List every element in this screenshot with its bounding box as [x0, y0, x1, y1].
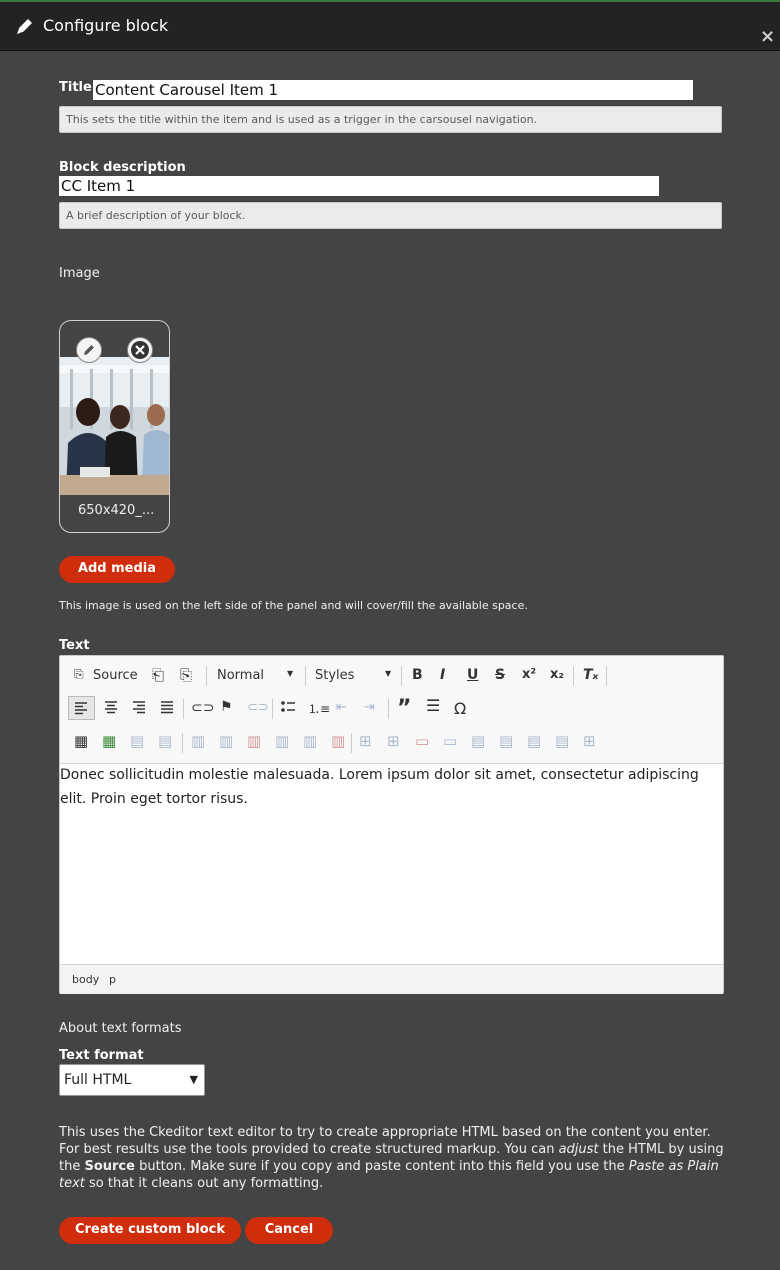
flag-icon[interactable]: ⚑ — [220, 699, 233, 715]
blockquote-icon[interactable]: ” — [397, 696, 411, 721]
remove-media-button[interactable] — [127, 337, 153, 363]
superscript-icon[interactable]: x² — [522, 667, 536, 682]
delete-table-icon[interactable]: ▤ — [130, 732, 144, 750]
merge-right-icon[interactable]: ▤ — [499, 732, 513, 750]
bulleted-list-icon[interactable] — [280, 698, 296, 716]
special-character-icon[interactable]: Ω — [454, 699, 466, 718]
chevron-down-icon[interactable]: ▼ — [287, 669, 293, 678]
remove-format-icon[interactable]: Tₓ — [583, 667, 598, 683]
align-left-button[interactable] — [68, 696, 95, 720]
description-help: A brief description of your block. — [59, 202, 722, 229]
horizontal-line-icon[interactable]: ☰ — [426, 696, 440, 715]
delete-cell-icon[interactable]: ▭ — [415, 732, 429, 750]
outdent-icon[interactable]: ⇤ — [336, 700, 347, 715]
image-label: Image — [59, 266, 100, 281]
editor-toolbar: ⎘ Source ⎗ ⎘ Normal ▼ Styles ▼ B I U S x… — [60, 656, 723, 764]
rich-text-editor: ⎘ Source ⎗ ⎘ Normal ▼ Styles ▼ B I U S x… — [59, 655, 724, 994]
path-p[interactable]: p — [109, 973, 116, 986]
toolbar-separator — [401, 666, 402, 686]
title-help: This sets the title within the item and … — [59, 106, 722, 133]
help-text-4: so that it cleans out any formatting. — [84, 1176, 324, 1191]
about-text-formats-link[interactable]: About text formats — [59, 1021, 182, 1036]
delete-row-icon[interactable]: ▥ — [247, 732, 261, 750]
italic-icon[interactable]: I — [440, 667, 445, 683]
chevron-down-icon[interactable]: ▼ — [385, 669, 391, 678]
cell-properties-icon[interactable]: ▭ — [443, 732, 457, 750]
text-format-select[interactable]: Full HTML ▼ — [59, 1064, 205, 1096]
path-body[interactable]: body — [72, 973, 99, 986]
description-field[interactable]: CC Item 1 — [59, 176, 659, 196]
media-thumbnail — [60, 357, 169, 495]
source-icon: ⎘ — [74, 667, 84, 681]
subscript-icon[interactable]: x₂ — [550, 667, 564, 682]
insert-row-after-icon[interactable]: ▥ — [219, 732, 233, 750]
cancel-button[interactable]: Cancel — [245, 1217, 333, 1244]
indent-icon[interactable]: ⇥ — [364, 700, 375, 715]
toolbar-separator — [272, 699, 273, 719]
paste-icon[interactable]: ⎘ — [180, 666, 192, 684]
numbered-list-icon[interactable]: ⒈≡ — [308, 700, 330, 717]
table-properties-icon[interactable]: ▤ — [158, 732, 172, 750]
toolbar-separator — [206, 666, 207, 686]
editor-content[interactable]: Donec sollicitudin molestie malesuada. L… — [60, 763, 723, 963]
merge-down-icon[interactable]: ▤ — [527, 732, 541, 750]
title-field[interactable]: Content Carousel Item 1 — [93, 80, 693, 100]
toolbar-separator — [182, 733, 183, 753]
toolbar-separator — [606, 666, 607, 686]
merge-cells-icon[interactable]: ▤ — [471, 732, 485, 750]
bold-icon[interactable]: B — [412, 667, 423, 683]
media-item: 650x420_... — [59, 320, 170, 533]
close-icon[interactable]: × — [760, 26, 775, 47]
text-format-label: Text format — [59, 1048, 144, 1063]
insert-row-before-icon[interactable]: ▥ — [191, 732, 205, 750]
insert-column-after-icon[interactable]: ▥ — [303, 732, 317, 750]
toolbar-separator — [388, 699, 389, 719]
element-path-bar: body p — [60, 964, 723, 994]
close-icon — [131, 341, 149, 359]
source-button[interactable]: Source — [93, 668, 138, 683]
align-justify-icon[interactable] — [159, 698, 175, 716]
align-right-icon[interactable] — [131, 698, 147, 716]
text-format-help: This uses the Ckeditor text editor to tr… — [59, 1124, 727, 1192]
split-horizontal-icon[interactable]: ▤ — [555, 732, 569, 750]
table-icon[interactable]: ▦ — [74, 732, 88, 750]
toolbar-separator — [351, 733, 352, 753]
split-vertical-icon[interactable]: ⊞ — [583, 732, 596, 750]
pencil-icon — [84, 345, 94, 355]
delete-column-icon[interactable]: ▥ — [331, 732, 345, 750]
dialog-titlebar: Configure block — [0, 2, 780, 51]
create-custom-block-button[interactable]: Create custom block — [59, 1217, 241, 1244]
insert-table-icon[interactable]: ▦ — [102, 732, 116, 750]
underline-icon[interactable]: U — [467, 667, 478, 683]
toolbar-separator — [183, 699, 184, 719]
align-center-icon[interactable] — [103, 698, 119, 716]
strikethrough-icon[interactable]: S — [495, 667, 505, 683]
insert-cell-after-icon[interactable]: ⊞ — [387, 732, 400, 750]
align-left-icon — [75, 702, 87, 715]
link-icon[interactable]: ⊂⊃ — [191, 700, 214, 716]
format-combo[interactable]: Normal — [217, 668, 264, 683]
title-label: Title — [59, 80, 92, 95]
add-media-button[interactable]: Add media — [59, 556, 175, 583]
text-label: Text — [59, 638, 90, 653]
chevron-down-icon: ▼ — [189, 1073, 198, 1086]
unlink-icon[interactable]: ⊂⊃ — [247, 700, 269, 715]
insert-cell-before-icon[interactable]: ⊞ — [359, 732, 372, 750]
pencil-icon — [17, 19, 32, 34]
description-label: Block description — [59, 160, 186, 175]
toolbar-separator — [573, 666, 574, 686]
copy-icon[interactable]: ⎗ — [152, 666, 164, 684]
toolbar-separator — [305, 666, 306, 686]
insert-column-before-icon[interactable]: ▥ — [275, 732, 289, 750]
styles-combo[interactable]: Styles — [315, 668, 354, 683]
help-text-3: button. Make sure if you copy and paste … — [134, 1159, 629, 1174]
help-text-adjust: adjust — [558, 1142, 599, 1157]
help-text-source: Source — [84, 1159, 135, 1174]
image-help: This image is used on the left side of t… — [59, 599, 528, 612]
edit-media-button[interactable] — [76, 337, 102, 363]
media-filename: 650x420_... — [78, 503, 155, 518]
dialog-title: Configure block — [43, 16, 169, 35]
text-format-value: Full HTML — [64, 1072, 132, 1088]
